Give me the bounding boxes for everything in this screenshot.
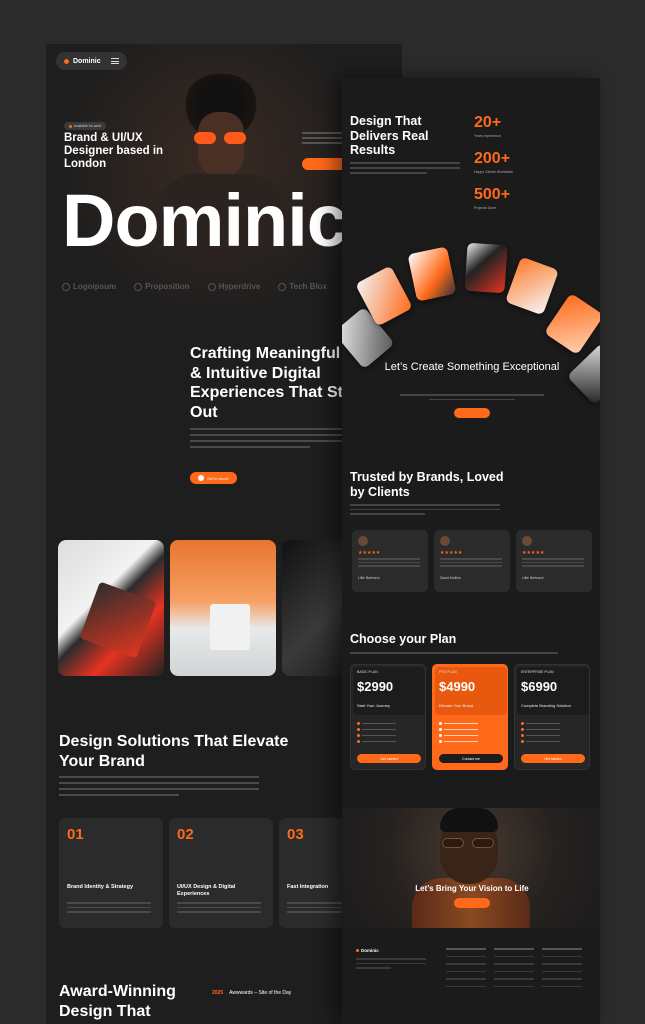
client-logo: Proposition bbox=[134, 282, 190, 291]
menu-icon[interactable] bbox=[110, 58, 119, 64]
service-card[interactable]: 02 UI/UX Design & Digital Experiences bbox=[169, 818, 273, 928]
hero-tagline: Brand & UI/UX Designer based in London bbox=[64, 132, 164, 170]
solutions-description bbox=[59, 776, 259, 800]
brand-chip[interactable]: Dominic bbox=[56, 52, 127, 70]
arc-image[interactable] bbox=[504, 256, 560, 316]
rating-stars: ★★★★★ bbox=[358, 550, 381, 556]
plan-features bbox=[521, 721, 585, 745]
vision-section bbox=[342, 808, 600, 928]
footer-brand[interactable]: Dominic bbox=[356, 948, 379, 953]
service-title: Brand Identity & Strategy bbox=[67, 884, 134, 890]
stat-value: 500+ bbox=[474, 186, 511, 203]
rating-stars: ★★★★★ bbox=[440, 550, 463, 556]
review-card: ★★★★★ David Mollins bbox=[434, 530, 510, 592]
plan-description: Elevate Your Brand bbox=[439, 703, 474, 708]
trusted-heading: Trusted by Brands, Loved by Clients bbox=[350, 470, 504, 499]
stat-label: Years experience bbox=[474, 134, 501, 138]
reviewer-name: David Mollins bbox=[440, 576, 461, 580]
project-image[interactable] bbox=[170, 540, 276, 676]
project-image[interactable] bbox=[58, 540, 164, 676]
stat-value: 200+ bbox=[474, 150, 511, 167]
arc-image[interactable] bbox=[543, 292, 600, 356]
brand-dot-icon bbox=[356, 949, 359, 952]
site-footer: Dominic bbox=[342, 938, 600, 1024]
review-card: ★★★★★ Lillie Bertrand bbox=[352, 530, 428, 592]
client-logo: Tech Blox bbox=[278, 282, 327, 291]
plan-button[interactable]: Get started bbox=[521, 754, 585, 763]
portfolio-page-right: Design That Delivers Real Results 20+ Ye… bbox=[342, 78, 600, 1024]
create-description bbox=[400, 394, 544, 403]
arc-image[interactable] bbox=[464, 242, 508, 294]
stat-label: Happy Clients Worldwide bbox=[474, 170, 514, 174]
service-number: 01 bbox=[67, 826, 84, 843]
create-heading: Let’s Create Something Exceptional bbox=[384, 361, 560, 373]
plans-description bbox=[350, 652, 558, 654]
client-logo: Logoipsum bbox=[62, 282, 116, 291]
service-card[interactable]: 01 Brand Identity & Strategy bbox=[59, 818, 163, 928]
get-in-touch-button[interactable]: Get in touch bbox=[190, 472, 237, 484]
footer-description bbox=[356, 958, 426, 972]
service-number: 03 bbox=[287, 826, 304, 843]
plan-price: $2990 bbox=[357, 679, 394, 694]
avatar bbox=[440, 536, 450, 546]
stat-item: 20+ Years experience bbox=[474, 114, 513, 138]
footer-links[interactable] bbox=[446, 948, 486, 993]
plan-card: BASIC PLAN $2990 Start Your Journey Get … bbox=[350, 664, 426, 770]
solutions-heading: Design Solutions That Elevate Your Brand bbox=[59, 733, 289, 770]
reviewer-name: Lillie Bertrand bbox=[358, 576, 380, 580]
plan-button[interactable]: Get started bbox=[357, 754, 421, 763]
avatar bbox=[358, 536, 368, 546]
vision-cta-button[interactable] bbox=[454, 898, 490, 908]
pricing-plans: BASIC PLAN $2990 Start Your Journey Get … bbox=[350, 664, 592, 770]
hero-big-name: Dominic bbox=[62, 179, 348, 262]
plan-card-featured: PRO PLAN $4990 Elevate Your Brand Contac… bbox=[432, 664, 508, 770]
trusted-description bbox=[350, 504, 500, 518]
plans-heading: Choose your Plan bbox=[350, 632, 457, 646]
arc-image[interactable] bbox=[566, 342, 600, 406]
brand-name: Dominic bbox=[73, 57, 101, 65]
stat-value: 20+ bbox=[474, 114, 502, 131]
plan-name: PRO PLAN bbox=[439, 670, 457, 674]
stat-item: 200+ Happy Clients Worldwide bbox=[474, 150, 513, 174]
reviews-list: ★★★★★ Lillie Bertrand ★★★★★ David Mollin… bbox=[352, 530, 592, 592]
footer-links[interactable] bbox=[494, 948, 534, 993]
award-title: Awwwards – Site of the Day bbox=[229, 990, 292, 996]
service-number: 02 bbox=[177, 826, 194, 843]
plan-price: $6990 bbox=[521, 679, 558, 694]
plan-description: Complete Branding Solution bbox=[521, 703, 571, 708]
availability-text: available for work bbox=[74, 124, 102, 128]
plan-features bbox=[439, 721, 503, 745]
results-description bbox=[350, 162, 460, 177]
review-card: ★★★★★ Lillie Bertrand bbox=[516, 530, 592, 592]
create-cta-button[interactable] bbox=[454, 408, 490, 418]
vision-portrait-hair bbox=[440, 808, 498, 832]
plan-name: BASIC PLAN bbox=[357, 670, 378, 674]
plan-price: $4990 bbox=[439, 679, 476, 694]
client-logos: Logoipsum Proposition Hyperdrive Tech Bl… bbox=[62, 282, 363, 291]
client-logo: Hyperdrive bbox=[207, 282, 260, 291]
vision-heading: Let’s Bring Your Vision to Life bbox=[415, 884, 529, 893]
service-title: UI/UX Design & Digital Experiences bbox=[177, 884, 236, 897]
plan-description: Start Your Journey bbox=[357, 703, 390, 708]
brand-dot-icon bbox=[64, 58, 69, 64]
avatar bbox=[522, 536, 532, 546]
stat-label: Projects Done bbox=[474, 206, 496, 210]
availability-pill: available for work bbox=[64, 122, 107, 130]
reviewer-name: Lillie Bertrand bbox=[522, 576, 544, 580]
plan-name: ENTERPRISE PLAN bbox=[521, 670, 554, 674]
stat-item: 500+ Projects Done bbox=[474, 186, 513, 210]
plan-card: ENTERPRISE PLAN $6990 Complete Branding … bbox=[514, 664, 590, 770]
status-dot-icon bbox=[69, 124, 72, 128]
plan-features bbox=[357, 721, 421, 745]
arc-image[interactable] bbox=[407, 246, 457, 302]
stats-list: 20+ Years experience 200+ Happy Clients … bbox=[474, 114, 513, 222]
award-heading: Award-Winning Design That bbox=[59, 983, 176, 1020]
award-year: 2025 bbox=[212, 990, 224, 996]
results-heading: Design That Delivers Real Results bbox=[350, 114, 429, 157]
plan-button[interactable]: Contact me bbox=[439, 754, 503, 763]
footer-social-links[interactable] bbox=[542, 948, 582, 993]
arrow-icon bbox=[198, 475, 204, 481]
rating-stars: ★★★★★ bbox=[522, 550, 545, 556]
